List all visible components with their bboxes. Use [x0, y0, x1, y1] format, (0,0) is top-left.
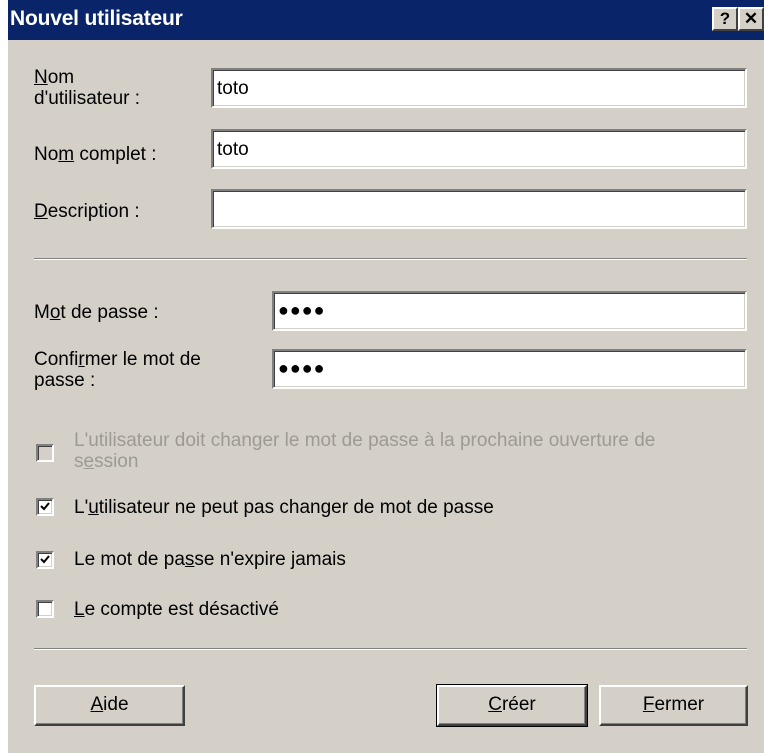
- question-icon: ?: [719, 9, 731, 28]
- password-never-expires-checkbox[interactable]: [36, 551, 54, 569]
- cannot-change-password-label[interactable]: L'utilisateur ne peut pas changer de mot…: [74, 497, 494, 518]
- username-field[interactable]: toto: [211, 68, 747, 108]
- close-title-button[interactable]: ✕: [738, 7, 764, 31]
- confirm-password-label: Confirmer le mot de passe :: [34, 349, 201, 391]
- close-icon: ✕: [743, 9, 759, 28]
- account-disabled-label[interactable]: Le compte est désactivé: [74, 599, 279, 620]
- fullname-field[interactable]: toto: [211, 129, 747, 169]
- create-button[interactable]: Créer: [436, 684, 588, 727]
- window-title: Nouvel utilisateur: [10, 7, 183, 30]
- confirm-password-field[interactable]: ●●●●: [272, 349, 747, 389]
- password-never-expires-label[interactable]: Le mot de passe n'expire jamais: [74, 549, 346, 570]
- description-label: Description :: [34, 201, 140, 222]
- password-label: Mot de passe :: [34, 302, 159, 323]
- cannot-change-password-checkbox[interactable]: [36, 498, 54, 516]
- must-change-password-checkbox: [36, 444, 54, 462]
- separator: [34, 258, 747, 260]
- title-bar[interactable]: Nouvel utilisateur ? ✕: [8, 0, 764, 40]
- checkmark-icon: [40, 555, 50, 564]
- description-field[interactable]: [211, 189, 747, 229]
- must-change-password-label: L'utilisateur doit changer le mot de pas…: [74, 430, 656, 472]
- checkmark-icon: [40, 502, 50, 511]
- help-title-button[interactable]: ?: [712, 7, 738, 31]
- separator: [34, 648, 747, 650]
- username-label: Nom d'utilisateur :: [34, 67, 141, 109]
- account-disabled-checkbox[interactable]: [36, 600, 54, 618]
- help-button[interactable]: Aide: [34, 685, 185, 726]
- fullname-label: Nom complet :: [34, 144, 157, 165]
- password-field[interactable]: ●●●●: [272, 291, 747, 331]
- new-user-dialog: Nouvel utilisateur ? ✕ Nom d'utilisateur …: [8, 0, 764, 753]
- close-button[interactable]: Fermer: [599, 685, 748, 726]
